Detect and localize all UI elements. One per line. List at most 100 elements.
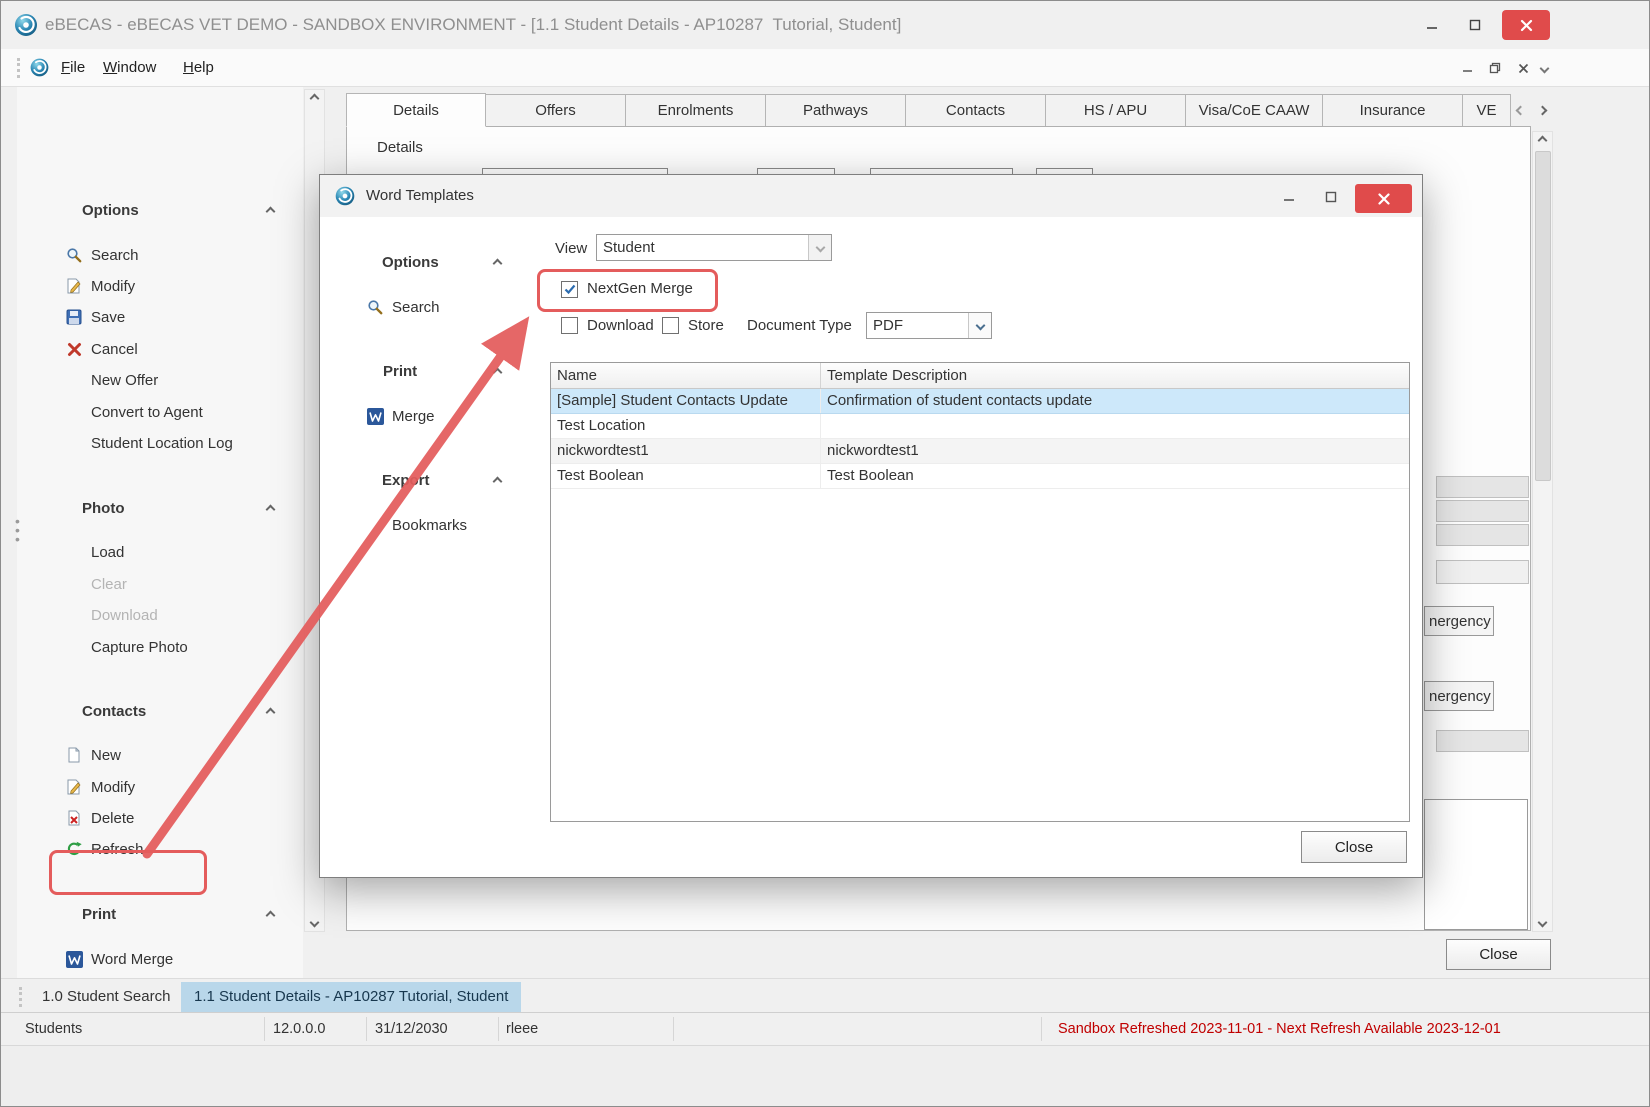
close-button[interactable]: [1502, 10, 1550, 40]
dialog-close-button[interactable]: [1355, 184, 1412, 213]
toolbar-grip: [17, 58, 20, 78]
collapse-options-button[interactable]: [259, 197, 281, 225]
sidebar-item-new-contact[interactable]: New: [61, 743, 121, 767]
collapse-options-button[interactable]: [486, 249, 508, 277]
sidebar-item-label: Convert to Agent: [91, 404, 203, 421]
chevron-down-icon: [310, 918, 320, 928]
word-icon: [61, 951, 87, 968]
collapse-photo-button[interactable]: [259, 495, 281, 523]
collapse-print-button[interactable]: [259, 901, 281, 929]
bottom-tab-student-search[interactable]: 1.0 Student Search: [29, 982, 183, 1012]
cell-description: nickwordtest1: [821, 439, 1409, 463]
sidebar-item-label: Student Location Log: [91, 435, 233, 452]
scroll-down-button[interactable]: [1533, 914, 1552, 931]
sidebar-item-load[interactable]: Load: [61, 540, 124, 564]
sidebar-item-modify-contact[interactable]: Modify: [61, 775, 135, 799]
sidebar-item-label: New: [91, 747, 121, 764]
tab-offers[interactable]: Offers: [486, 94, 626, 127]
sidebar-item-new-offer[interactable]: New Offer: [61, 368, 158, 392]
partial-field: [1436, 560, 1529, 584]
collapse-export-button[interactable]: [486, 467, 508, 495]
column-header-description[interactable]: Template Description: [821, 363, 1409, 388]
sidebar-item-save[interactable]: Save: [61, 305, 125, 329]
tab-enrolments[interactable]: Enrolments: [626, 94, 766, 127]
menu-file[interactable]: File: [55, 49, 91, 87]
minimize-icon: [1426, 19, 1438, 31]
open-windows-tabbar: 1.0 Student Search 1.1 Student Details -…: [1, 978, 1650, 1012]
combo-dropdown-button[interactable]: [968, 313, 991, 338]
minimize-button[interactable]: [1412, 10, 1452, 40]
tab-hs-apu[interactable]: HS / APU: [1046, 94, 1186, 127]
scrollbar-thumb[interactable]: [1535, 151, 1551, 481]
status-separator: [1041, 1017, 1042, 1041]
scroll-up-button[interactable]: [305, 90, 324, 107]
menu-help[interactable]: Help: [177, 49, 220, 87]
dialog-item-search[interactable]: Search: [362, 295, 440, 319]
sidebar-item-search[interactable]: Search: [61, 243, 139, 267]
sidebar-item-modify[interactable]: Modify: [61, 274, 135, 298]
bottom-tab-student-details[interactable]: 1.1 Student Details - AP10287 Tutorial, …: [181, 982, 521, 1012]
sidebar-item-capture-photo[interactable]: Capture Photo: [61, 635, 188, 659]
view-value: Student: [597, 235, 808, 260]
scroll-up-button[interactable]: [1533, 132, 1552, 149]
dialog-minimize-button[interactable]: [1277, 187, 1301, 207]
table-row[interactable]: nickwordtest1 nickwordtest1: [551, 439, 1409, 464]
maximize-icon: [1469, 19, 1481, 31]
dialog-item-bookmarks[interactable]: Bookmarks: [362, 513, 467, 537]
menu-window[interactable]: Window: [97, 49, 162, 87]
tab-insurance[interactable]: Insurance: [1323, 94, 1463, 127]
combo-dropdown-button[interactable]: [808, 235, 831, 260]
tab-details[interactable]: Details: [346, 93, 486, 127]
sidebar-item-student-location-log[interactable]: Student Location Log: [61, 431, 233, 455]
dialog-item-merge[interactable]: Merge: [362, 404, 435, 428]
sidebar-item-cancel[interactable]: Cancel: [61, 337, 138, 361]
document-type-combobox[interactable]: PDF: [866, 312, 992, 339]
partial-emergency-button[interactable]: nergency: [1424, 606, 1494, 636]
dialog-close-footer-button[interactable]: Close: [1301, 831, 1407, 863]
sidebar-item-delete-contact[interactable]: Delete: [61, 806, 134, 830]
sidebar-item-convert-to-agent[interactable]: Convert to Agent: [61, 400, 203, 424]
tab-scroll-left-button[interactable]: [1517, 101, 1524, 118]
cell-description: Confirmation of student contacts update: [821, 389, 1409, 413]
cell-description: Test Boolean: [821, 464, 1409, 488]
tab-ve[interactable]: VE: [1463, 94, 1511, 127]
table-row-selected[interactable]: [Sample] Student Contacts Update Confirm…: [551, 389, 1409, 414]
chevron-up-icon: [492, 367, 502, 377]
sidebar-item-word-merge[interactable]: Word Merge: [61, 947, 173, 971]
panel-drag-handle[interactable]: •••: [15, 517, 20, 544]
view-combobox[interactable]: Student: [596, 234, 832, 261]
collapse-contacts-button[interactable]: [259, 698, 281, 726]
status-bar: Students 12.0.0.0 31/12/2030 rleee Sandb…: [1, 1012, 1650, 1045]
tab-scroll-right-button[interactable]: [1539, 101, 1546, 118]
main-close-button[interactable]: Close: [1446, 939, 1551, 970]
tab-pathways[interactable]: Pathways: [766, 94, 906, 127]
mdi-close-button[interactable]: [1512, 59, 1534, 77]
tab-visa-coe-caaw[interactable]: Visa/CoE CAAW: [1186, 94, 1323, 127]
store-checkbox[interactable]: [662, 317, 679, 334]
cancel-icon: [61, 342, 87, 357]
sidebar-item-refresh-contacts[interactable]: Refresh: [61, 837, 144, 861]
dialog-maximize-button[interactable]: [1319, 187, 1343, 207]
mdi-minimize-button[interactable]: [1456, 59, 1478, 77]
chevron-up-icon: [265, 707, 275, 717]
mdi-restore-button[interactable]: [1484, 59, 1506, 77]
partial-button-label: nergency: [1429, 613, 1491, 630]
partial-text-area[interactable]: [1424, 799, 1528, 930]
column-header-name[interactable]: Name: [551, 363, 821, 388]
content-scrollbar[interactable]: [1532, 131, 1553, 932]
partial-emergency-button[interactable]: nergency: [1424, 681, 1494, 711]
nextgen-merge-checkbox[interactable]: [561, 281, 578, 298]
table-row[interactable]: Test Boolean Test Boolean: [551, 464, 1409, 489]
tab-contacts[interactable]: Contacts: [906, 94, 1046, 127]
dialog-section-export: Export: [382, 467, 430, 495]
maximize-button[interactable]: [1455, 10, 1495, 40]
dialog-section-options: Options: [382, 249, 439, 277]
minimize-icon: [1462, 63, 1473, 74]
window-title: eBECAS - eBECAS VET DEMO - SANDBOX ENVIR…: [45, 1, 901, 49]
menu-overflow-button[interactable]: [1536, 59, 1552, 77]
partial-field: [1436, 476, 1529, 498]
scroll-down-button[interactable]: [305, 914, 324, 931]
collapse-print-button[interactable]: [486, 358, 508, 386]
download-checkbox[interactable]: [561, 317, 578, 334]
table-row[interactable]: Test Location: [551, 414, 1409, 439]
